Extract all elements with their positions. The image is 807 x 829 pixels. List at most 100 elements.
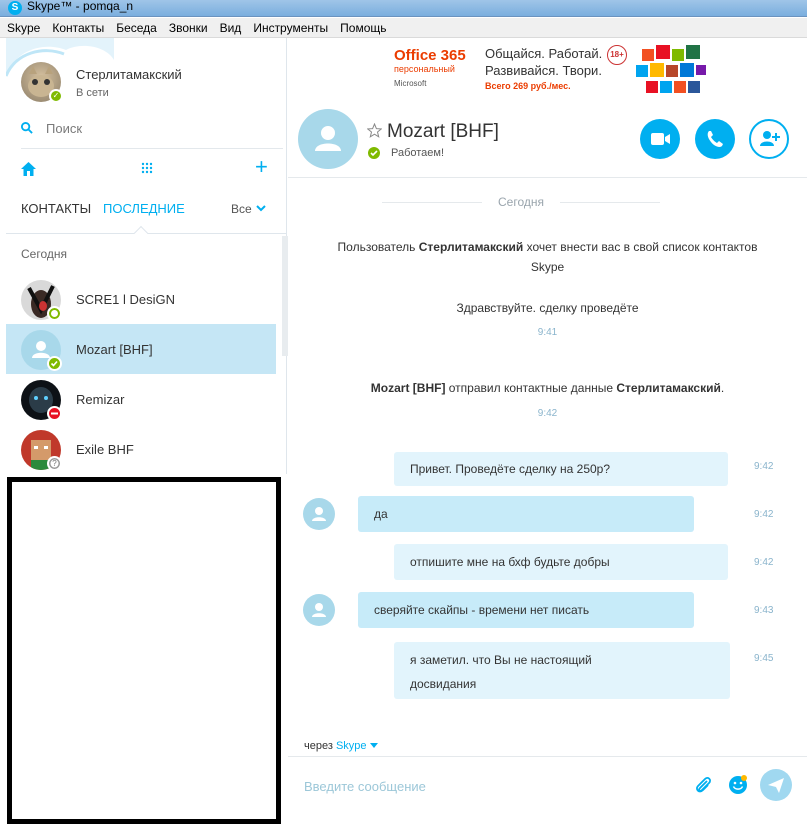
ad-brand: Office 365 xyxy=(394,47,466,64)
contact-name: Mozart [BHF] xyxy=(76,342,153,357)
sys1-pre: Пользователь xyxy=(337,240,419,254)
message-time: 9:43 xyxy=(754,605,774,616)
filter-dropdown[interactable]: Все xyxy=(231,202,252,216)
message-time: 9:42 xyxy=(754,557,774,568)
phone-icon xyxy=(707,131,723,147)
offline-status-icon xyxy=(47,306,62,321)
message-input[interactable]: Введите сообщение xyxy=(304,779,426,794)
home-icon[interactable] xyxy=(21,162,36,176)
window-title: Skype™ - pomqa_n xyxy=(27,0,134,13)
online-status-icon xyxy=(47,356,62,371)
sys3-bold1: Mozart [BHF] xyxy=(370,381,446,395)
attach-file-icon[interactable] xyxy=(694,775,712,795)
sys1-bold: Стерлитамакский xyxy=(418,240,524,254)
system-message-greeting: Здравствуйте. сделку проведёте xyxy=(456,301,639,315)
chat-panel: Office 365 персональный Microsoft Общайс… xyxy=(288,38,807,829)
contact-item[interactable]: Remizar xyxy=(6,374,276,424)
menu-tools[interactable]: Инструменты xyxy=(252,21,329,35)
chevron-down-icon[interactable] xyxy=(256,204,266,212)
sys1-line2: Skype xyxy=(530,260,565,274)
title-bar: S Skype™ - pomqa_n xyxy=(0,0,807,17)
add-contact-plus-icon[interactable]: + xyxy=(255,156,268,178)
ad-line2: Развивайся. Твори. xyxy=(485,63,602,78)
sender-avatar[interactable] xyxy=(303,498,335,530)
search-icon xyxy=(21,122,33,134)
menu-view[interactable]: Вид xyxy=(219,21,243,35)
send-paper-plane-icon xyxy=(768,778,784,793)
left-panel: ✓ Стерлитамакский В сети Поиск + КОНТАКТ… xyxy=(6,38,292,474)
ad-subtitle: персональный xyxy=(394,64,455,74)
video-call-button[interactable] xyxy=(640,119,680,159)
sys3-mid: отправил контактные данные xyxy=(445,381,617,395)
video-camera-icon xyxy=(651,133,670,145)
via-skype-link[interactable]: Skype xyxy=(336,740,367,752)
office365-ad-banner[interactable]: Office 365 персональный Microsoft Общайс… xyxy=(389,41,708,96)
contact-name: Remizar xyxy=(76,392,125,407)
message-bubble-outgoing[interactable]: Привет. Проведёте сделку на 250р? xyxy=(394,452,728,486)
add-people-button[interactable] xyxy=(749,119,789,159)
message-bubble-outgoing[interactable]: я заметил. что Вы не настоящий досвидани… xyxy=(394,642,730,699)
contact-item-selected[interactable]: Mozart [BHF] xyxy=(6,324,276,374)
contact-avatar-large[interactable] xyxy=(298,109,358,169)
ad-age-rating: 18+ xyxy=(607,45,627,65)
message-time: 9:42 xyxy=(537,408,558,419)
audio-call-button[interactable] xyxy=(695,119,735,159)
system-message-contact-request: Пользователь Стерлитамакский хочет внест… xyxy=(288,237,807,277)
chat-contact-name[interactable]: Mozart [BHF] xyxy=(387,121,499,143)
section-header-today: Сегодня xyxy=(21,247,67,261)
emoticon-icon[interactable] xyxy=(728,775,748,795)
my-profile[interactable]: ✓ Стерлитамакский В сети xyxy=(21,62,281,103)
message-bubble-outgoing[interactable]: отпишите мне на бхф будьте добры xyxy=(394,544,728,580)
menu-skype[interactable]: Skype xyxy=(6,21,41,35)
chat-header: Mozart [BHF] Работаем! xyxy=(288,98,807,178)
sender-avatar[interactable] xyxy=(303,594,335,626)
ad-microsoft: Microsoft xyxy=(394,79,427,88)
message-line: досвидания xyxy=(410,677,477,691)
my-name: Стерлитамакский xyxy=(76,67,182,82)
send-button[interactable] xyxy=(760,769,792,801)
menu-contacts[interactable]: Контакты xyxy=(51,21,105,35)
message-bubble-incoming[interactable]: да xyxy=(358,496,694,532)
input-divider xyxy=(288,756,807,757)
contact-item[interactable]: SCRE1 l DesiGN xyxy=(6,274,276,324)
search-box[interactable]: Поиск xyxy=(21,120,271,140)
search-input[interactable]: Поиск xyxy=(46,121,82,136)
message-time: 9:41 xyxy=(537,327,558,338)
system-message-contact-sent: Mozart [BHF] отправил контактные данные … xyxy=(288,378,807,398)
ad-line1: Общайся. Работай. xyxy=(485,46,603,61)
menu-bar: Skype Контакты Беседа Звонки Вид Инструм… xyxy=(0,18,807,38)
tab-contacts[interactable]: КОНТАКТЫ xyxy=(21,201,91,216)
contact-tabs: КОНТАКТЫ ПОСЛЕДНИЕ Все xyxy=(21,201,276,221)
menu-conversation[interactable]: Беседа xyxy=(115,21,158,35)
contact-name: SCRE1 l DesiGN xyxy=(76,292,175,307)
chat-contact-mood: Работаем! xyxy=(391,147,445,159)
chevron-down-icon[interactable] xyxy=(369,743,378,749)
add-person-icon xyxy=(760,131,780,146)
message-bubble-incoming[interactable]: сверяйте скайпы - времени нет писать xyxy=(358,592,694,628)
message-time: 9:45 xyxy=(754,653,774,664)
via-label: через xyxy=(304,740,336,752)
nav-icons: + xyxy=(21,156,276,180)
dialpad-icon[interactable] xyxy=(141,162,153,174)
redaction-box xyxy=(7,477,281,824)
message-time: 9:42 xyxy=(754,509,774,520)
online-status-icon xyxy=(368,147,380,159)
tab-recent[interactable]: ПОСЛЕДНИЕ xyxy=(103,201,185,216)
contact-item[interactable]: ? Exile BHF xyxy=(6,424,276,474)
divider xyxy=(21,148,283,149)
favorite-star-icon[interactable] xyxy=(367,123,382,138)
message-line: я заметил. что Вы не настоящий xyxy=(410,653,592,667)
via-selector[interactable]: через Skype xyxy=(304,740,378,752)
message-time: 9:42 xyxy=(754,461,774,472)
menu-calls[interactable]: Звонки xyxy=(168,21,209,35)
my-status-text[interactable]: В сети xyxy=(76,87,109,99)
skype-logo-icon: S xyxy=(8,1,22,15)
sys1-post: хочет внести вас в свой список контактов xyxy=(523,240,758,254)
menu-help[interactable]: Помощь xyxy=(339,21,387,35)
sys3-end: . xyxy=(720,381,725,395)
unknown-status-icon: ? xyxy=(47,456,62,471)
recent-contact-list: SCRE1 l DesiGN Mozart [BHF] Remizar ? Ex… xyxy=(6,274,276,474)
contact-name: Exile BHF xyxy=(76,442,134,457)
date-separator: Сегодня xyxy=(382,195,660,209)
tab-indicator xyxy=(133,225,149,241)
